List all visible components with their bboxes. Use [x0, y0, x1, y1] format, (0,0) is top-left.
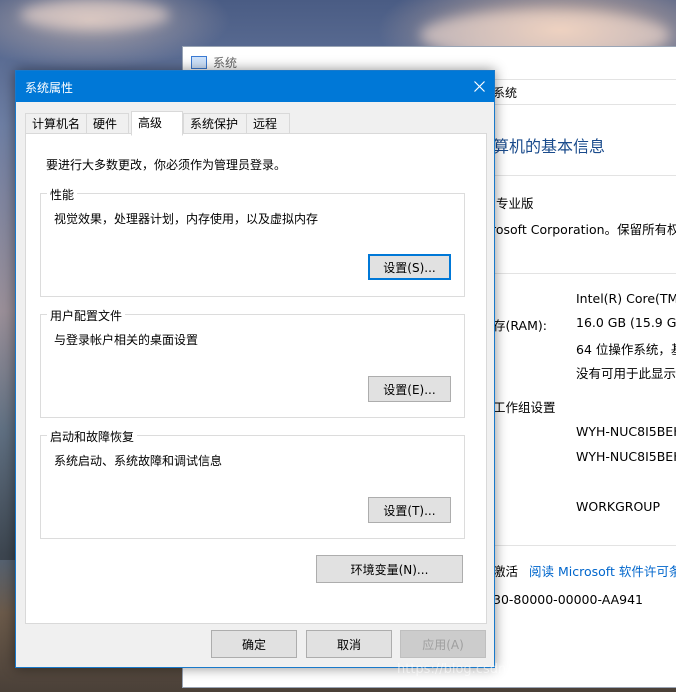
divider: [493, 273, 676, 274]
computer-icon: [191, 55, 207, 72]
divider: [493, 545, 676, 546]
admin-notice: 要进行大多数更改，你必须作为管理员登录。: [46, 158, 287, 172]
system-type-value: 64 位操作系统，基: [576, 342, 676, 357]
close-icon: [473, 81, 485, 92]
ram-label: 存(RAM):: [493, 318, 547, 333]
performance-description: 视觉效果，处理器计划，内存使用，以及虚拟内存: [54, 212, 319, 226]
startup-recovery-settings-button[interactable]: 设置(T)...: [368, 497, 451, 523]
performance-legend: 性能: [47, 186, 78, 203]
system-heading: 算机的基本信息: [493, 137, 606, 156]
system-window-title: 系统: [213, 55, 238, 70]
activation-status: 激活: [493, 564, 519, 579]
tab-advanced[interactable]: 高级: [131, 111, 183, 136]
ram-value: 16.0 GB (15.9 GB: [576, 315, 676, 330]
pen-touch-value: 没有可用于此显示: [576, 366, 676, 381]
windows-edition: 专业版: [496, 196, 534, 211]
full-computer-name-value: WYH-NUC8I5BEH: [576, 449, 676, 464]
tab-system-protection[interactable]: 系统保护: [183, 113, 247, 134]
license-link[interactable]: 阅读 Microsoft 软件许可条: [529, 561, 676, 580]
startup-recovery-group: 启动和故障恢复 系统启动、系统故障和调试信息 设置(T)...: [40, 428, 465, 539]
user-profiles-settings-button[interactable]: 设置(E)...: [368, 376, 451, 402]
processor-value: Intel(R) Core(TM): [576, 291, 676, 306]
user-profiles-legend: 用户配置文件: [47, 307, 126, 324]
ok-button[interactable]: 确定: [211, 630, 297, 658]
computer-name-value: WYH-NUC8I5BEH: [576, 424, 676, 439]
close-button[interactable]: [464, 71, 494, 102]
watermark: https://blog.csdn.net/weixin_43890955: [397, 662, 651, 677]
copyright-text: rosoft Corporation。保留所有权: [491, 222, 676, 237]
startup-recovery-legend: 启动和故障恢复: [47, 428, 138, 445]
workgroup-section-title: 工作组设置: [493, 400, 556, 415]
product-id: 30-80000-00000-AA941: [493, 592, 643, 607]
dialog-titlebar[interactable]: 系统属性: [16, 71, 494, 102]
performance-settings-button[interactable]: 设置(S)...: [368, 254, 451, 280]
user-profiles-description: 与登录帐户相关的桌面设置: [54, 333, 199, 347]
tab-remote[interactable]: 远程: [246, 113, 290, 134]
workgroup-value: WORKGROUP: [576, 499, 660, 514]
tab-computer-name[interactable]: 计算机名: [25, 113, 88, 134]
address-text: 系统: [493, 86, 518, 100]
advanced-tab-panel: 要进行大多数更改，你必须作为管理员登录。 性能 视觉效果，处理器计划，内存使用，…: [25, 133, 487, 624]
environment-variables-button[interactable]: 环境变量(N)...: [316, 555, 463, 583]
divider: [493, 175, 676, 176]
apply-button[interactable]: 应用(A): [400, 630, 486, 658]
performance-group: 性能 视觉效果，处理器计划，内存使用，以及虚拟内存 设置(S)...: [40, 186, 465, 297]
tab-hardware[interactable]: 硬件: [86, 113, 129, 134]
cancel-button[interactable]: 取消: [306, 630, 392, 658]
user-profiles-group: 用户配置文件 与登录帐户相关的桌面设置 设置(E)...: [40, 307, 465, 418]
system-properties-dialog: 系统属性 计算机名 硬件 高级 系统保护 远程 要进行大多数更改，你必须作为管理…: [15, 70, 495, 668]
dialog-title: 系统属性: [25, 81, 74, 95]
startup-recovery-description: 系统启动、系统故障和调试信息: [54, 454, 223, 468]
